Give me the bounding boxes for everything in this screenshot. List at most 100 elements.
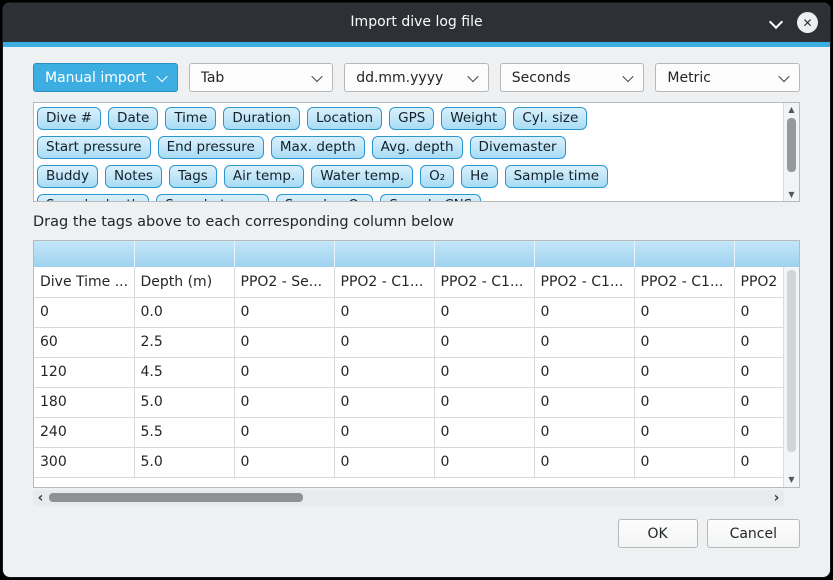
tag-sample-po[interactable]: Sample pO₂ [276,194,374,201]
tag-o[interactable]: O₂ [420,165,454,188]
table-cell: 0 [434,417,534,447]
column-drop-target[interactable] [534,241,634,267]
scrollbar-track[interactable] [48,490,769,506]
scrollbar-handle[interactable] [49,493,303,502]
combo-row: Manual import Tab dd.mm.yyyy Seconds Metric [33,63,800,92]
tag-location[interactable]: Location [307,107,382,130]
table-cell: 0 [534,447,634,477]
dialog-content: Manual importTabdd.mm.yyyySecondsMetric … [3,47,830,577]
chevron-down-icon [156,70,167,81]
tag-notes[interactable]: Notes [105,165,162,188]
tag-tags[interactable]: Tags [169,165,217,188]
column-drop-target[interactable] [334,241,434,267]
combobox-units[interactable]: Metric [655,63,800,92]
table-horizontal-scrollbar[interactable]: ‹ › [33,490,784,506]
tag-buddy[interactable]: Buddy [37,165,98,188]
table-cell: 0 [334,417,434,447]
close-button[interactable]: ✕ [797,12,818,33]
column-drop-target[interactable] [134,241,234,267]
table-row: 00.0000000 [34,297,784,327]
combobox-value: Metric [667,70,711,86]
tag-cyl-size[interactable]: Cyl. size [513,107,587,130]
scrollbar-handle[interactable] [787,270,796,452]
chevron-down-icon[interactable] [768,15,784,31]
tag-he[interactable]: He [461,165,497,188]
column-header-row: Dive Time ...Depth (m)PPO2 - Se...PPO2 -… [34,267,784,297]
column-header: Depth (m) [134,267,234,297]
table-cell: 0 [634,447,734,477]
tag-end-pressure[interactable]: End pressure [158,136,264,159]
combobox-date-format[interactable]: dd.mm.yyyy [344,63,489,92]
tag-sample-time[interactable]: Sample time [505,165,608,188]
table-cell: 0 [234,387,334,417]
tag-row: Sample depth Sample temp. Sample pO₂ Sample… [37,194,783,201]
scrollbar-handle[interactable] [787,118,796,172]
tag-pool-scrollbar[interactable]: ▲ ▼ [783,103,799,201]
tag-sample-depth[interactable]: Sample depth [37,194,149,201]
tag-start-pressure[interactable]: Start pressure [37,136,151,159]
table-cell: 0 [334,327,434,357]
tag-divemaster[interactable]: Divemaster [470,136,566,159]
column-drop-target[interactable] [234,241,334,267]
tag-date[interactable]: Date [108,107,158,130]
tag-dive[interactable]: Dive # [37,107,101,130]
table-cell: 300 [34,447,134,477]
column-drop-target[interactable] [34,241,134,267]
tag-air-temp[interactable]: Air temp. [224,165,304,188]
table-cell: 0 [434,387,534,417]
ok-button[interactable]: OK [618,519,698,548]
table-cell: 0 [734,417,784,447]
tag-duration[interactable]: Duration [223,107,300,130]
chevron-down-icon [312,70,323,81]
tag-gps[interactable]: GPS [389,107,434,130]
table-cell: 0 [634,387,734,417]
table-cell: 0 [434,447,534,477]
table-cell: 60 [34,327,134,357]
table-cell: 0 [534,297,634,327]
scroll-down-icon[interactable]: ▼ [784,473,799,486]
table-cell: 5.0 [134,447,234,477]
tag-row: Start pressure End pressure Max. depth Avg.… [37,136,783,159]
scroll-up-icon[interactable]: ▲ [788,103,794,116]
column-header: Dive Time ... [34,267,134,297]
table-cell: 0 [234,327,334,357]
drag-instruction-label: Drag the tags above to each correspondin… [33,212,800,232]
column-header: PPO2 - C1... [534,267,634,297]
table-cell: 0 [734,327,784,357]
column-drop-target[interactable] [434,241,534,267]
table-row: 1805.0000000 [34,387,784,417]
preview-table-container: Dive Time ...Depth (m)PPO2 - Se...PPO2 -… [33,240,800,488]
combobox-field-separator[interactable]: Tab [189,63,334,92]
tag-sample-cns[interactable]: Sample CNS [380,194,481,201]
table-cell: 0 [634,417,734,447]
tag-pool: Dive # Date Time Duration Location GPS Weight C… [34,103,783,201]
combobox-duration-format[interactable]: Seconds [500,63,645,92]
chevron-down-icon [623,70,634,81]
table-cell: 5.5 [134,417,234,447]
combobox-import-mode[interactable]: Manual import [33,63,178,92]
combobox-value: Seconds [512,70,571,86]
tag-max-depth[interactable]: Max. depth [271,136,365,159]
table-row: 602.5000000 [34,327,784,357]
tag-weight[interactable]: Weight [441,107,506,130]
table-cell: 0 [534,387,634,417]
chevron-down-icon [467,70,478,81]
table-cell: 120 [34,357,134,387]
tag-avg-depth[interactable]: Avg. depth [372,136,463,159]
scroll-left-icon[interactable]: ‹ [33,490,48,506]
combobox-value: Tab [201,70,225,86]
column-drop-target[interactable] [634,241,734,267]
cancel-button[interactable]: Cancel [707,519,800,548]
tag-time[interactable]: Time [165,107,216,130]
table-row: 3005.0000000 [34,447,784,477]
table-cell: 240 [34,417,134,447]
table-vertical-scrollbar[interactable]: ▼ [783,267,799,487]
tag-sample-temp[interactable]: Sample temp. [156,194,269,201]
scroll-down-icon[interactable]: ▼ [788,188,794,201]
column-drop-target[interactable] [734,241,784,267]
tag-water-temp[interactable]: Water temp. [311,165,413,188]
chevron-down-icon [778,70,789,81]
table-cell: 0 [434,297,534,327]
scroll-right-icon[interactable]: › [769,490,784,506]
table-cell: 0 [534,417,634,447]
